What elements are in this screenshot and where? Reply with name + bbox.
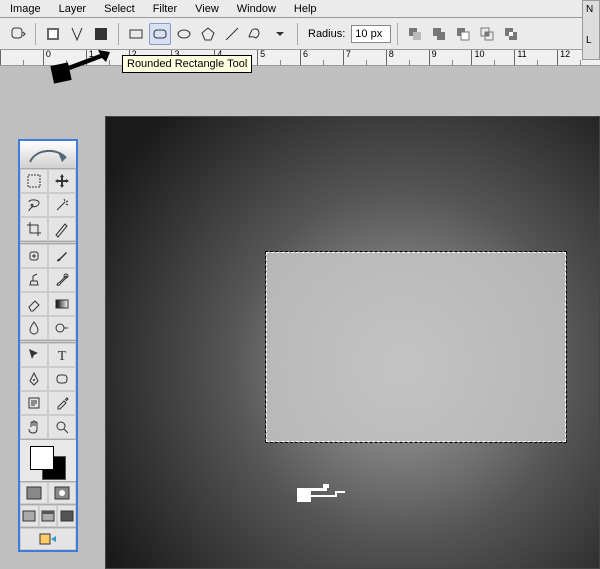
screen-mode-row — [20, 504, 76, 527]
history-brush-tool-icon[interactable] — [48, 268, 76, 292]
panel-tab-n[interactable]: N — [583, 1, 599, 18]
screen-full-icon[interactable] — [57, 505, 76, 527]
path-selection-tool-icon[interactable] — [20, 343, 48, 367]
brush-tool-icon[interactable] — [48, 244, 76, 268]
document-canvas[interactable] — [105, 116, 600, 569]
options-bar: Radius: — [0, 18, 600, 50]
combine-intersect-icon[interactable] — [476, 23, 498, 45]
workspace: T — [0, 66, 600, 569]
blur-tool-icon[interactable] — [20, 316, 48, 340]
healing-brush-tool-icon[interactable] — [20, 244, 48, 268]
eyedropper-tool-icon[interactable] — [48, 391, 76, 415]
edit-mode-row — [20, 481, 76, 504]
line-shape-icon[interactable] — [221, 23, 243, 45]
panel-tab-l[interactable]: L — [583, 32, 599, 49]
toolbox-header[interactable] — [20, 141, 76, 169]
combine-add-icon[interactable] — [428, 23, 450, 45]
color-swatches[interactable] — [20, 439, 76, 481]
ellipse-shape-icon[interactable] — [173, 23, 195, 45]
ruler-tick: 10 — [471, 50, 514, 66]
radius-label: Radius: — [308, 28, 345, 40]
paths-icon[interactable] — [66, 23, 88, 45]
toolbox-panel[interactable]: T — [18, 139, 78, 552]
rounded-rectangle-shape-icon[interactable] — [149, 23, 171, 45]
gradient-tool-icon[interactable] — [48, 292, 76, 316]
combine-subtract-icon[interactable] — [452, 23, 474, 45]
jump-to-row — [20, 527, 76, 550]
quickmask-mode-icon[interactable] — [48, 482, 76, 504]
screen-menubar-icon[interactable] — [39, 505, 58, 527]
custom-shape-icon[interactable] — [245, 23, 267, 45]
combine-new-icon[interactable] — [404, 23, 426, 45]
ruler-tick: 11 — [514, 50, 557, 66]
ruler-tick — [0, 50, 43, 66]
menu-select[interactable]: Select — [96, 1, 143, 17]
menu-window[interactable]: Window — [229, 1, 284, 17]
notes-tool-icon[interactable] — [20, 391, 48, 415]
ruler-tick: 5 — [257, 50, 300, 66]
hand-tool-icon[interactable] — [20, 415, 48, 439]
type-tool-icon[interactable]: T — [48, 343, 76, 367]
crop-tool-icon[interactable] — [20, 217, 48, 241]
horizontal-ruler: 0 1 2 3 4 5 6 7 8 9 10 11 12 — [0, 50, 600, 66]
standard-mode-icon[interactable] — [20, 482, 48, 504]
radius-input[interactable] — [351, 25, 391, 43]
tool-tooltip: Rounded Rectangle Tool — [122, 55, 252, 73]
ruler-tick: 7 — [343, 50, 386, 66]
dodge-tool-icon[interactable] — [48, 316, 76, 340]
tool-preset-picker[interactable] — [7, 23, 29, 45]
ruler-tick: 8 — [386, 50, 429, 66]
menu-layer[interactable]: Layer — [51, 1, 95, 17]
pen-tool-icon[interactable] — [20, 367, 48, 391]
svg-text:T: T — [58, 349, 67, 364]
menu-help[interactable]: Help — [286, 1, 325, 17]
combine-exclude-icon[interactable] — [500, 23, 522, 45]
lasso-tool-icon[interactable] — [20, 193, 48, 217]
marquee-tool-icon[interactable] — [20, 169, 48, 193]
menu-filter[interactable]: Filter — [145, 1, 185, 17]
zoom-tool-icon[interactable] — [48, 415, 76, 439]
ruler-tick: 6 — [300, 50, 343, 66]
slice-tool-icon[interactable] — [48, 217, 76, 241]
clone-stamp-tool-icon[interactable] — [20, 268, 48, 292]
shape-options-dropdown-icon[interactable] — [269, 23, 291, 45]
ruler-tick: 0 — [43, 50, 86, 66]
foreground-color-swatch[interactable] — [30, 446, 54, 470]
ruler-tick: 9 — [429, 50, 472, 66]
jump-to-imageready-icon[interactable] — [20, 528, 76, 550]
rectangle-shape-icon[interactable] — [125, 23, 147, 45]
fill-pixels-icon[interactable] — [90, 23, 112, 45]
selection-marquee[interactable] — [266, 252, 566, 442]
right-panel[interactable]: N L — [582, 0, 600, 60]
screen-standard-icon[interactable] — [20, 505, 39, 527]
eraser-tool-icon[interactable] — [20, 292, 48, 316]
shape-layers-icon[interactable] — [42, 23, 64, 45]
menu-bar: Image Layer Select Filter View Window He… — [0, 0, 600, 18]
polygon-shape-icon[interactable] — [197, 23, 219, 45]
menu-view[interactable]: View — [187, 1, 227, 17]
move-tool-icon[interactable] — [48, 169, 76, 193]
menu-image[interactable]: Image — [2, 1, 49, 17]
shape-tool-icon[interactable] — [48, 367, 76, 391]
magic-wand-tool-icon[interactable] — [48, 193, 76, 217]
